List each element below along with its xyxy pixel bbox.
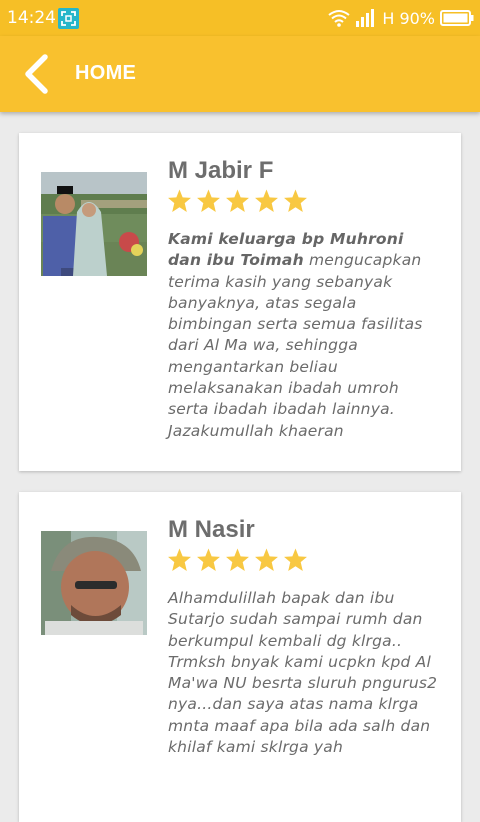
star-icon bbox=[255, 189, 278, 212]
star-rating bbox=[167, 548, 308, 572]
status-time: 14:24 bbox=[7, 8, 56, 28]
app-bar: HOME bbox=[0, 36, 480, 112]
chevron-left-icon[interactable] bbox=[20, 53, 60, 95]
network-type: H bbox=[382, 8, 395, 28]
signal-icon bbox=[356, 9, 375, 27]
testimonial-name: M Jabir F bbox=[168, 157, 274, 184]
testimonial-text-body: Alhamdulillah bapak dan ibu Sutarjo suda… bbox=[168, 589, 438, 757]
star-rating bbox=[167, 189, 308, 213]
battery-icon bbox=[440, 10, 474, 26]
status-bar: 14:24 H 90% bbox=[0, 0, 480, 36]
star-icon bbox=[255, 548, 278, 571]
avatar bbox=[41, 172, 147, 276]
testimonial-text-body: mengucapkan terima kasih yang sebanyak b… bbox=[168, 251, 423, 440]
wifi-icon bbox=[328, 10, 351, 27]
star-icon bbox=[226, 189, 249, 212]
testimonial-text: Kami keluarga bp Muhroni dan ibu Toimah … bbox=[168, 229, 438, 442]
star-icon bbox=[197, 548, 220, 571]
page-title: HOME bbox=[75, 62, 137, 84]
testimonial-card: M Nasir Alhamdulillah bapak dan ibu Suta… bbox=[19, 492, 461, 822]
screenshot-icon bbox=[58, 8, 79, 29]
testimonial-card: M Jabir F Kami keluarga bp Muhroni dan i… bbox=[19, 133, 461, 471]
star-icon bbox=[168, 548, 191, 571]
star-icon bbox=[226, 548, 249, 571]
status-icons: H 90% bbox=[328, 7, 474, 29]
battery-percent: 90% bbox=[399, 8, 435, 28]
star-icon bbox=[284, 548, 307, 571]
testimonial-text: Alhamdulillah bapak dan ibu Sutarjo suda… bbox=[168, 588, 438, 758]
star-icon bbox=[168, 189, 191, 212]
star-icon bbox=[284, 189, 307, 212]
star-icon bbox=[197, 189, 220, 212]
testimonial-name: M Nasir bbox=[168, 516, 255, 543]
avatar bbox=[41, 531, 147, 635]
